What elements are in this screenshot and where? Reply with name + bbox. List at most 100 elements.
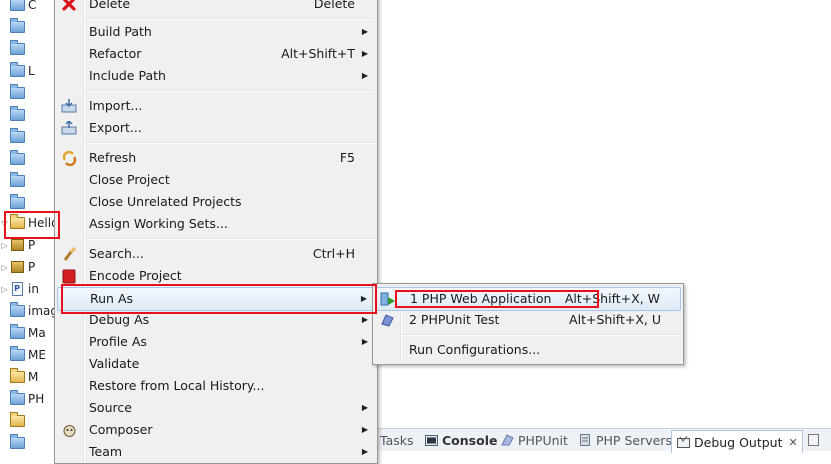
tree-item[interactable] [0,410,60,432]
encode-icon [61,268,77,284]
composer-icon [61,422,77,438]
menu-separator [86,142,375,144]
menu-separator [86,238,375,240]
collapse-icon[interactable]: ▷ [0,241,9,250]
close-icon[interactable]: ✕ [789,436,798,449]
tree-item[interactable] [0,192,60,214]
phpunit-tab-icon [500,434,514,446]
menu-item-phpunit-test[interactable]: 2 PHPUnit Test Alt+Shift+X, U [375,309,681,331]
tree-item[interactable]: ▷ P [0,234,60,256]
tree-item[interactable]: PH [0,388,60,410]
debug-output-icon [676,436,690,448]
folder-icon [9,434,25,450]
open-folder-icon [9,368,25,384]
submenu-arrow-icon: ▶ [361,27,368,36]
menu-item-close-unrelated-projects[interactable]: Close Unrelated Projects [57,191,375,213]
folder-icon [9,346,25,362]
folder-icon [9,128,25,144]
menu-item-include-path[interactable]: Include Path ▶ [57,65,375,87]
menu-item-delete[interactable]: Delete Delete [57,0,375,15]
package-icon [9,238,25,252]
tree-item[interactable]: ▷ Pin [0,278,60,300]
folder-icon [9,324,25,340]
package-icon [9,260,25,274]
menu-item-run-configurations[interactable]: Run Configurations... [375,339,681,361]
tree-item[interactable] [0,38,60,60]
menu-item-build-path[interactable]: Build Path ▶ [57,21,375,43]
php-web-run-icon [380,291,396,307]
tree-item[interactable] [0,16,60,38]
tree-item[interactable] [0,104,60,126]
submenu-arrow-icon: ▶ [361,71,368,80]
menu-separator [403,334,681,336]
menu-item-source[interactable]: Source ▶ [57,397,375,419]
refresh-icon [61,150,77,166]
tab-php-servers[interactable]: PHP Servers [578,429,672,451]
menu-item-run-as[interactable]: Run As ▶ [57,287,375,311]
submenu-arrow-icon: ▶ [361,49,368,58]
export-icon [61,120,77,136]
menu-item-refresh[interactable]: Refresh F5 [57,147,375,169]
menu-item-export[interactable]: Export... [57,117,375,139]
run-as-submenu: 1 PHP Web Application Alt+Shift+X, W 2 PH… [372,283,684,365]
menu-item-team[interactable]: Team ▶ [57,441,375,463]
tree-item[interactable]: L [0,60,60,82]
menu-item-search[interactable]: Search... Ctrl+H [57,243,375,265]
console-icon [424,434,438,446]
folder-icon [9,84,25,100]
tree-item[interactable] [0,148,60,170]
menu-item-validate[interactable]: Validate [57,353,375,375]
tree-item[interactable]: imag [0,300,60,322]
servers-icon [578,434,592,446]
submenu-arrow-icon: ▶ [361,447,368,456]
tree-item[interactable] [0,432,60,450]
folder-icon [9,390,25,406]
phpunit-icon [379,312,395,328]
tree-item-project-hello[interactable]: ▽ Hello [0,212,60,234]
menu-item-refactor[interactable]: Refactor Alt+Shift+T ▶ [57,43,375,65]
submenu-arrow-icon: ▶ [360,294,367,303]
context-menu: Delete Delete Build Path ▶ Refactor Alt+Shi… [54,0,378,464]
delete-icon [61,0,77,12]
folder-icon [9,106,25,122]
menu-item-assign-working-sets[interactable]: Assign Working Sets... [57,213,375,235]
folder-icon [9,194,25,210]
open-folder-icon [9,412,25,428]
folder-icon [9,62,25,78]
menu-separator [86,90,375,92]
tree-item[interactable]: C [0,0,60,16]
menu-item-restore-local-history[interactable]: Restore from Local History... [57,375,375,397]
tree-item[interactable] [0,170,60,192]
tree-item[interactable]: M [0,366,60,388]
collapse-icon[interactable]: ▷ [0,285,9,294]
menu-item-debug-as[interactable]: Debug As ▶ [57,309,375,331]
tree-item[interactable] [0,82,60,104]
tab-browser-output[interactable] [807,429,825,451]
menu-item-php-web-application[interactable]: 1 PHP Web Application Alt+Shift+X, W [375,287,681,311]
search-icon [61,246,77,262]
menu-item-composer[interactable]: Composer ▶ [57,419,375,441]
tree-item[interactable]: ME [0,344,60,366]
tree-item[interactable] [0,126,60,148]
menu-item-encode-project[interactable]: Encode Project [57,265,375,287]
submenu-arrow-icon: ▶ [361,315,368,324]
tree-item[interactable]: ▷ P [0,256,60,278]
project-explorer: C L ▽ Hello ▷ P ▷ P ▷ Pin imag Ma ME M PH [0,0,60,450]
tree-item[interactable]: Ma [0,322,60,344]
bottom-view-tabs: Tasks Console PHPUnit PHP Servers Debug … [376,428,831,453]
menu-item-close-project[interactable]: Close Project [57,169,375,191]
folder-icon [9,302,25,318]
open-folder-icon [9,214,25,230]
tab-tasks[interactable]: Tasks [380,429,414,451]
expand-icon[interactable]: ▽ [0,219,9,228]
collapse-icon[interactable]: ▷ [0,263,9,272]
menu-item-profile-as[interactable]: Profile As ▶ [57,331,375,353]
browser-output-icon [807,434,821,446]
tab-phpunit[interactable]: PHPUnit [500,429,568,451]
menu-item-import[interactable]: Import... [57,95,375,117]
folder-icon [9,150,25,166]
folder-icon [9,0,25,12]
tab-console[interactable]: Console [424,429,497,451]
menu-separator [86,18,375,20]
import-icon [61,98,77,114]
